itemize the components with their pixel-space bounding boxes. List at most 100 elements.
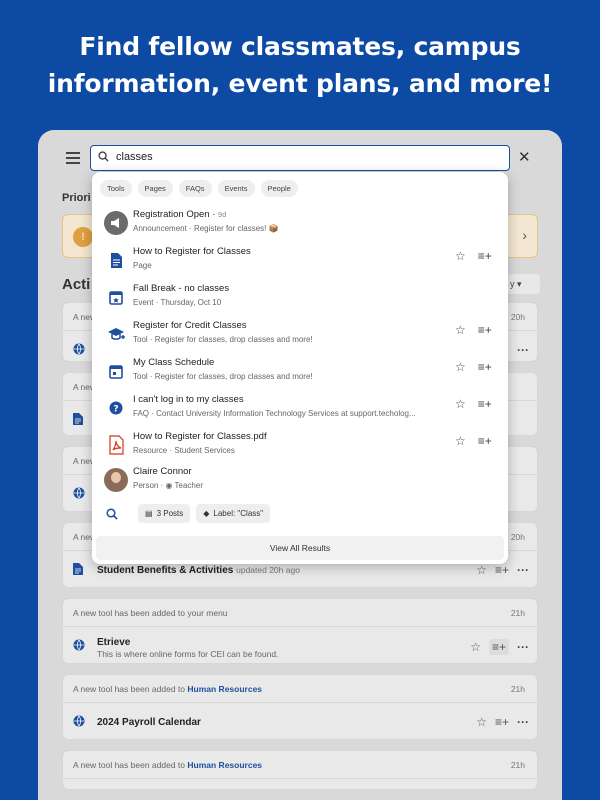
result-item[interactable]: My Class Schedule Tool · Register for cl… xyxy=(92,357,508,393)
result-type: Event xyxy=(133,298,154,307)
result-title: How to Register for Classes.pdf xyxy=(133,431,267,442)
feed-card-time: 21h xyxy=(510,608,525,618)
filter-chips: Tools Pages FAQs Events People xyxy=(100,180,298,197)
globe-icon xyxy=(73,715,85,727)
feed-card-time: 21h xyxy=(510,684,525,694)
result-title: Fall Break - no classes xyxy=(133,283,230,294)
feed-card-time: 21h xyxy=(510,760,525,770)
globe-icon xyxy=(73,487,85,499)
add-to-list-icon[interactable]: ≡+ xyxy=(495,715,509,729)
filter-chip-tools[interactable]: Tools xyxy=(100,180,132,197)
feed-card-header: A new tool has been added to Human Resou… xyxy=(63,675,537,703)
star-icon[interactable]: ☆ xyxy=(476,715,487,729)
star-icon[interactable]: ☆ xyxy=(455,434,466,448)
add-to-list-icon[interactable]: ≡+ xyxy=(478,360,492,374)
filter-chip-people[interactable]: People xyxy=(260,180,298,197)
search-results-dropdown: Tools Pages FAQs Events People Registrat… xyxy=(92,172,508,564)
avatar xyxy=(104,468,128,492)
add-to-list-icon[interactable]: ≡+ xyxy=(478,434,492,448)
feed-card-title: Student Benefits & Activities updated 20… xyxy=(97,565,300,576)
result-detail: Teacher xyxy=(174,481,203,490)
star-icon[interactable]: ☆ xyxy=(455,249,466,263)
result-detail: Student Services xyxy=(174,446,235,455)
result-item[interactable]: Register for Credit Classes Tool · Regis… xyxy=(92,320,508,356)
search-icon xyxy=(98,151,109,162)
feed-card-body[interactable]: 2024 Payroll Calendar ☆ ≡+ ··· xyxy=(63,703,537,741)
more-icon[interactable]: ··· xyxy=(517,563,529,577)
feed-card-title-text: Student Benefits & Activities xyxy=(97,565,234,576)
feed-card: A new tool has been added to Human Resou… xyxy=(62,674,538,740)
feed-card-header: A new tool has been added to your menu 21… xyxy=(63,599,537,627)
feed-card-header-text: A new tool has been added to xyxy=(73,684,186,694)
star-icon[interactable]: ☆ xyxy=(455,397,466,411)
posts-chip-label: 3 Posts xyxy=(156,509,184,518)
add-to-list-icon[interactable]: ≡+ xyxy=(495,563,509,577)
more-icon[interactable]: ··· xyxy=(517,715,529,729)
feed-card-link[interactable]: Human Resources xyxy=(187,684,262,694)
feed-card-time: 20h xyxy=(510,532,525,542)
search-icon xyxy=(106,507,118,520)
filter-chip-faqs[interactable]: FAQs xyxy=(178,180,212,197)
filter-chip-pages[interactable]: Pages xyxy=(137,180,173,197)
feed-card-header-text: A new tool has been added to your menu xyxy=(73,608,228,618)
result-subtitle: Resource · Student Services xyxy=(133,446,235,455)
add-to-list-icon[interactable]: ≡+ xyxy=(478,397,492,411)
result-subtitle: Page xyxy=(133,261,152,270)
filter-chip-events[interactable]: Events xyxy=(217,180,255,197)
star-icon[interactable]: ☆ xyxy=(476,563,487,577)
globe-icon xyxy=(73,343,85,355)
result-title: Register for Credit Classes xyxy=(133,320,247,331)
warning-icon: ! xyxy=(73,227,93,247)
view-all-results-button[interactable]: View All Results xyxy=(96,536,504,560)
megaphone-icon xyxy=(104,211,128,235)
more-icon[interactable]: ··· xyxy=(517,640,529,654)
result-item[interactable]: Fall Break - no classes Event · Thursday… xyxy=(92,283,508,319)
feed-card: A new tool has been added to Human Resou… xyxy=(62,750,538,790)
result-item[interactable]: How to Register for Classes Page ☆ ≡+ xyxy=(92,246,508,282)
result-item[interactable]: How to Register for Classes.pdf Resource… xyxy=(92,431,508,467)
label-chip-label: Label: "Class" xyxy=(213,509,264,518)
add-to-list-icon[interactable]: ≡+ xyxy=(478,323,492,337)
sort-dropdown[interactable]: y ▾ xyxy=(506,274,540,294)
feed-card-header: A new tool has been added to Human Resou… xyxy=(63,751,537,779)
add-to-list-icon[interactable]: ≡+ xyxy=(488,639,509,655)
graduation-cap-icon xyxy=(108,328,125,340)
calendar-event-icon xyxy=(109,291,123,305)
star-icon[interactable]: ☆ xyxy=(455,360,466,374)
result-age: 9d xyxy=(218,210,227,219)
headline-line-1: Find fellow classmates, campus xyxy=(79,32,521,61)
section-priority-title: Priori xyxy=(62,192,91,204)
close-icon[interactable]: ✕ xyxy=(518,148,531,166)
help-icon: ? xyxy=(109,401,123,415)
result-subtitle: Person · ◉ Teacher xyxy=(133,481,203,490)
result-item[interactable]: Claire Connor Person · ◉ Teacher xyxy=(92,466,508,502)
result-type: Tool xyxy=(133,335,148,344)
menu-icon[interactable] xyxy=(66,152,80,164)
sort-dropdown-label: y xyxy=(510,279,515,289)
result-type: Resource xyxy=(133,446,168,455)
document-icon xyxy=(111,253,122,268)
star-icon[interactable]: ☆ xyxy=(470,640,481,654)
feed-card-subtitle: This is where online forms for CEI can b… xyxy=(97,649,279,659)
search-input[interactable]: classes xyxy=(90,145,510,171)
promo-headline: Find fellow classmates, campus informati… xyxy=(0,28,600,102)
label-chip[interactable]: ◆ Label: "Class" xyxy=(196,504,271,523)
result-subtitle: Event · Thursday, Oct 10 xyxy=(133,298,222,307)
star-icon[interactable]: ☆ xyxy=(455,323,466,337)
feed-card-link[interactable]: Human Resources xyxy=(187,760,262,770)
headline-line-2: information, event plans, and more! xyxy=(47,69,553,98)
feed-card-body[interactable]: Etrieve This is where online forms for C… xyxy=(63,627,537,665)
result-title: Registration Open · 9d xyxy=(133,209,227,220)
result-detail: Register for classes, drop classes and m… xyxy=(154,372,313,381)
result-item[interactable]: Registration Open · 9d Announcement · Re… xyxy=(92,209,508,245)
feed-card-updated: updated 20h ago xyxy=(236,565,300,575)
tag-icon: ◆ xyxy=(203,509,210,518)
result-title: Claire Connor xyxy=(133,466,192,477)
posts-chip[interactable]: ▤ 3 Posts xyxy=(138,504,191,523)
add-to-list-icon[interactable]: ≡+ xyxy=(478,249,492,263)
feed-card-time: 20h xyxy=(510,312,525,322)
result-title: How to Register for Classes xyxy=(133,246,251,257)
result-item[interactable]: ? I can't log in to my classes FAQ · Con… xyxy=(92,394,508,430)
chevron-right-icon: › xyxy=(522,227,527,243)
more-icon[interactable]: ··· xyxy=(517,343,529,357)
